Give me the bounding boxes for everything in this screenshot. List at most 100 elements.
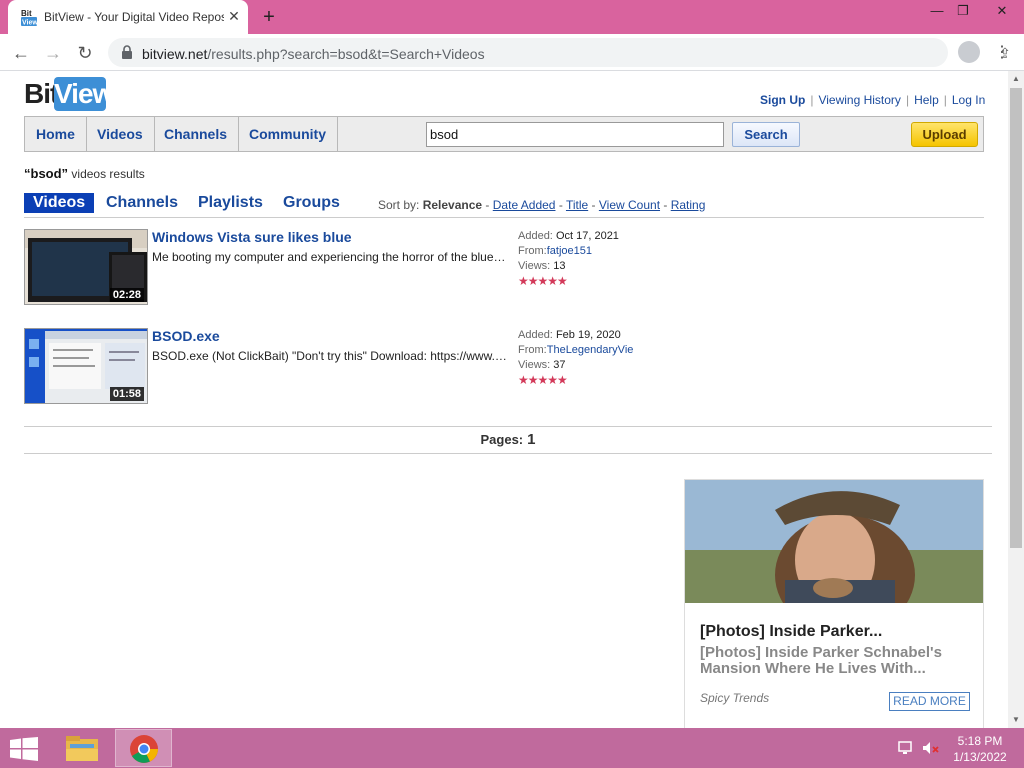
video-title-link[interactable]: BSOD.exe: [152, 328, 220, 344]
clock-date: 1/13/2022: [953, 750, 1007, 764]
ad-subheadline[interactable]: [Photos] Inside Parker Schnabel's Mansio…: [700, 645, 975, 677]
network-icon[interactable]: [898, 740, 916, 756]
uploader-link[interactable]: TheLegendaryVie: [547, 343, 633, 358]
uploader-link[interactable]: fatjoe151: [547, 244, 592, 259]
ad-read-more-button[interactable]: READ MORE: [889, 692, 970, 711]
pages-label: Pages:: [480, 432, 524, 447]
volume-muted-icon[interactable]: [922, 740, 940, 756]
added-label: Added:: [518, 230, 553, 242]
nav-videos[interactable]: Videos: [86, 117, 155, 151]
rating-stars-icon: ★★★★★: [518, 274, 568, 288]
sort-separator: -: [558, 198, 566, 212]
tab-channels[interactable]: Channels: [106, 193, 178, 213]
video-description: Me booting my computer and experiencing …: [152, 250, 508, 264]
page-viewport: Bit View Sign Up | Viewing History | Help | Lo…: [0, 71, 1008, 728]
results-heading: “bsod” videos results: [24, 166, 145, 181]
man-portrait-image: [685, 480, 983, 603]
ad-photo[interactable]: [685, 480, 983, 603]
video-title-link[interactable]: Windows Vista sure likes blue: [152, 229, 352, 245]
bitview-favicon: Bit View: [20, 8, 38, 26]
sort-title[interactable]: Title: [566, 198, 588, 212]
sort-separator: -: [663, 198, 671, 212]
svg-text:Bit: Bit: [21, 9, 32, 18]
upload-button[interactable]: Upload: [911, 122, 978, 147]
help-link[interactable]: Help: [914, 93, 939, 107]
video-result: 02:28 Windows Vista sure likes blue Me b…: [24, 229, 984, 305]
back-arrow-icon[interactable]: ←: [8, 40, 34, 66]
sort-separator: -: [591, 198, 599, 212]
log-in-link[interactable]: Log In: [952, 93, 985, 107]
added-date: Feb 19, 2020: [555, 329, 621, 341]
tab-playlists[interactable]: Playlists: [198, 193, 263, 213]
from-label: From:: [518, 344, 547, 356]
account-links: Sign Up | Viewing History | Help | Log In: [760, 93, 985, 107]
taskbar-clock[interactable]: 5:18 PM 1/13/2022: [950, 733, 1010, 765]
sort-view-count[interactable]: View Count: [599, 198, 660, 212]
video-meta: Added: Oct 17, 2021 From:fatjoe151 Views…: [518, 229, 634, 289]
sign-up-link[interactable]: Sign Up: [760, 93, 805, 107]
tab-close-icon[interactable]: ✕: [226, 8, 242, 24]
sort-relevance: Relevance: [422, 198, 483, 212]
results-tabs: Videos Channels Playlists Groups Sort by…: [24, 193, 984, 218]
url-text: bitview.net/results.php?search=bsod&t=Se…: [142, 46, 485, 62]
sort-label: Sort by:: [378, 198, 420, 212]
video-thumbnail[interactable]: 02:28: [24, 229, 148, 305]
windows-start-icon[interactable]: [10, 737, 38, 761]
reload-icon[interactable]: ↻: [72, 40, 98, 66]
added-date: Oct 17, 2021: [555, 230, 619, 242]
chrome-taskbar-button[interactable]: [115, 729, 172, 767]
views-label: Views:: [518, 359, 551, 371]
tab-groups[interactable]: Groups: [283, 193, 340, 213]
file-explorer-icon[interactable]: [62, 731, 102, 765]
profile-avatar-icon[interactable]: [958, 41, 980, 63]
viewing-history-link[interactable]: Viewing History: [818, 93, 900, 107]
link-separator: |: [810, 93, 814, 107]
advertisement[interactable]: [Photos] Inside Parker... [Photos] Insid…: [684, 479, 984, 728]
video-duration: 01:58: [109, 387, 144, 401]
svg-text:View: View: [22, 20, 38, 27]
views-label: Views:: [518, 260, 551, 272]
search-button[interactable]: Search: [732, 122, 800, 147]
browser-tab[interactable]: Bit View BitView - Your Digital Video Re…: [8, 0, 248, 34]
lock-icon: [122, 45, 132, 59]
from-label: From:: [518, 245, 547, 257]
address-bar[interactable]: bitview.net/results.php?search=bsod&t=Se…: [108, 38, 1011, 67]
scroll-down-arrow-icon[interactable]: ▼: [1012, 715, 1020, 724]
nav-channels[interactable]: Channels: [153, 117, 240, 151]
results-suffix: videos results: [71, 167, 145, 181]
search-input[interactable]: bsod: [426, 122, 724, 147]
sort-rating[interactable]: Rating: [671, 198, 706, 212]
video-meta: Added: Feb 19, 2020 From:TheLegendaryVie…: [518, 328, 634, 388]
window-close-button[interactable]: ✕: [980, 0, 1024, 22]
tab-videos[interactable]: Videos: [24, 193, 95, 213]
nav-home[interactable]: Home: [25, 117, 87, 151]
browser-toolbar: ← → ↻ bitview.net/results.php?search=bso…: [0, 34, 1024, 71]
page-number[interactable]: 1: [527, 431, 535, 448]
video-thumbnail[interactable]: 01:58: [24, 328, 148, 404]
page-scrollbar[interactable]: ▲ ▼: [1008, 71, 1024, 728]
results-query: “bsod”: [24, 166, 69, 181]
scroll-up-arrow-icon[interactable]: ▲: [1012, 74, 1020, 83]
new-tab-button[interactable]: +: [258, 6, 280, 28]
views-count: 13: [553, 260, 566, 272]
sort-date-added[interactable]: Date Added: [493, 198, 556, 212]
tab-title: BitView - Your Digital Video Repository: [44, 10, 224, 24]
sort-options: Sort by: Relevance - Date Added - Title …: [378, 198, 705, 212]
window-restore-button[interactable]: ❐: [946, 0, 980, 22]
sort-separator: -: [485, 198, 493, 212]
ad-headline[interactable]: [Photos] Inside Parker...: [700, 623, 882, 641]
forward-arrow-icon[interactable]: →: [40, 40, 66, 66]
clock-time: 5:18 PM: [957, 734, 1003, 748]
main-navbar: Home Videos Channels Community bsod Sear…: [24, 116, 984, 152]
video-duration: 02:28: [109, 288, 144, 302]
logo-view-text: View: [54, 77, 114, 111]
views-count: 37: [553, 359, 566, 371]
nav-community[interactable]: Community: [238, 117, 338, 151]
windows-taskbar: 5:18 PM 1/13/2022: [0, 728, 1024, 768]
scroll-thumb[interactable]: [1010, 88, 1022, 548]
video-description: BSOD.exe (Not ClickBait) "Don't try this…: [152, 349, 508, 363]
url-host: bitview.net: [142, 46, 208, 62]
pagination: Pages: 1: [24, 426, 992, 454]
browser-menu-icon[interactable]: ⋮: [994, 43, 1010, 63]
browser-titlebar: Bit View BitView - Your Digital Video Re…: [0, 0, 1024, 34]
